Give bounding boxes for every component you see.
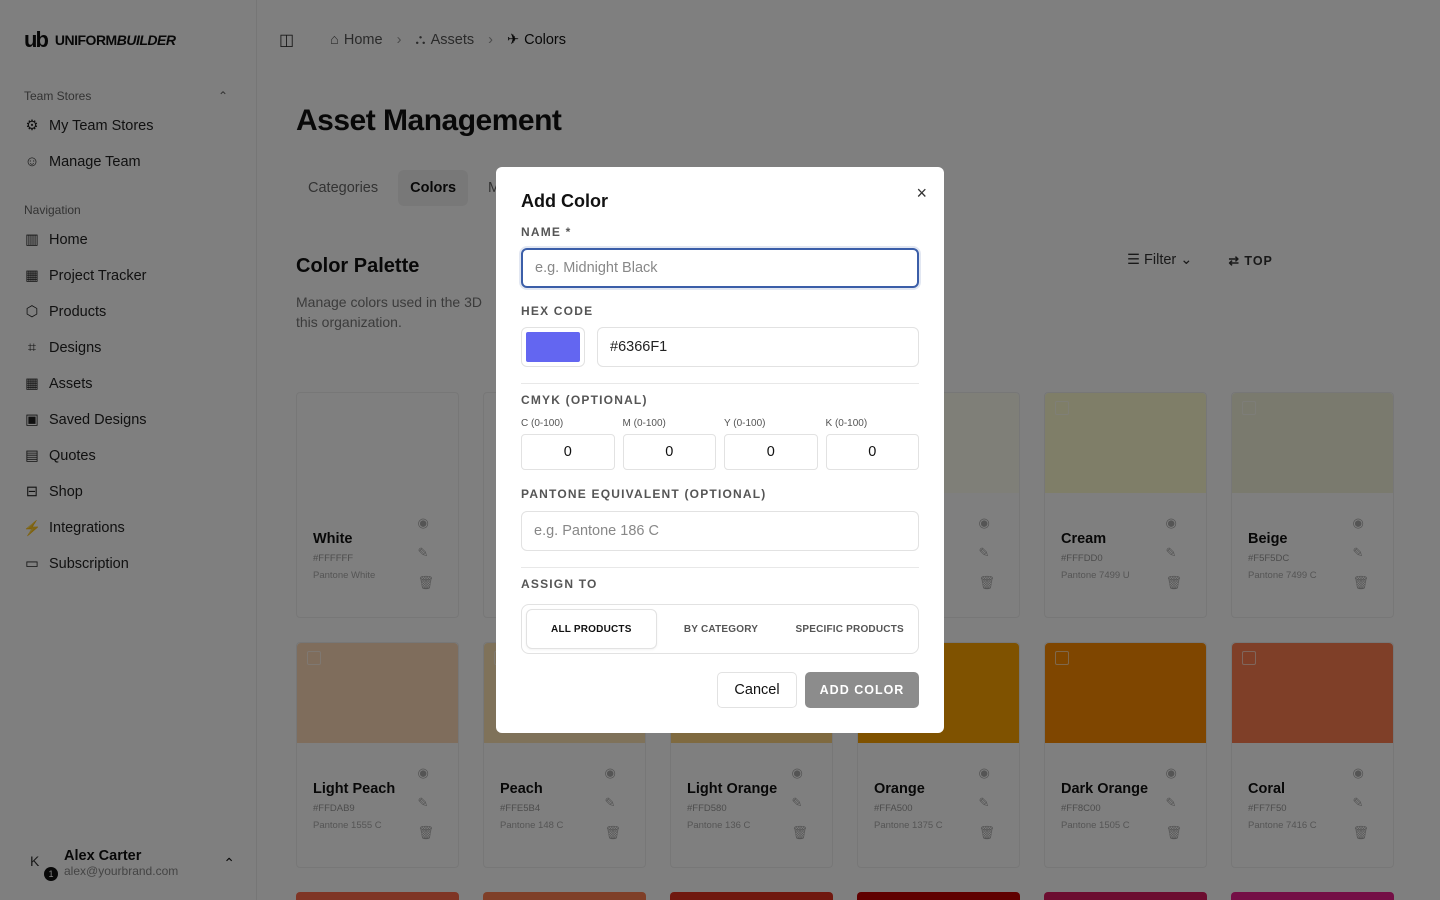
name-input[interactable]: e.g. Midnight Black (521, 248, 919, 288)
dialog-actions: Cancel ADD COLOR (717, 672, 919, 708)
cmyk-k: K (0-100) 0 (825, 418, 919, 470)
cmyk-m-input[interactable]: 0 (622, 434, 716, 470)
cmyk-k-input[interactable]: 0 (825, 434, 919, 470)
cmyk-m-label: M (0-100) (622, 418, 666, 429)
name-placeholder: e.g. Midnight Black (535, 260, 658, 276)
color-preview-swatch (526, 332, 580, 362)
pantone-placeholder: e.g. Pantone 186 C (534, 523, 659, 539)
cmyk-y: Y (0-100) 0 (724, 418, 818, 470)
add-color-button[interactable]: ADD COLOR (805, 672, 919, 708)
divider (521, 567, 919, 568)
cmyk-y-input[interactable]: 0 (724, 434, 818, 470)
assign-label: ASSIGN TO (521, 577, 598, 591)
cmyk-c-label: C (0-100) (521, 418, 564, 429)
cmyk-m: M (0-100) 0 (622, 418, 716, 470)
name-label: NAME * (521, 225, 572, 239)
assign-specific-products[interactable]: SPECIFIC PRODUCTS (785, 609, 914, 649)
cancel-button[interactable]: Cancel (717, 672, 797, 708)
cmyk-label: CMYK (OPTIONAL) (521, 393, 648, 407)
hex-value: #6366F1 (610, 339, 668, 355)
hex-row: #6366F1 (521, 327, 919, 367)
add-color-dialog: Add Color × NAME * e.g. Midnight Black H… (496, 167, 944, 733)
pantone-input[interactable]: e.g. Pantone 186 C (521, 511, 919, 551)
color-picker[interactable] (521, 327, 585, 367)
close-icon[interactable]: × (916, 183, 927, 204)
cmyk-y-label: Y (0-100) (724, 418, 766, 429)
hex-label: HEX CODE (521, 304, 594, 318)
assign-all-products[interactable]: ALL PRODUCTS (526, 609, 657, 649)
dialog-title: Add Color (521, 191, 608, 211)
assign-segmented-control: ALL PRODUCTS BY CATEGORY SPECIFIC PRODUC… (521, 604, 919, 654)
cmyk-k-label: K (0-100) (825, 418, 868, 429)
cmyk-c: C (0-100) 0 (521, 418, 615, 470)
hex-input[interactable]: #6366F1 (597, 327, 919, 367)
cmyk-c-input[interactable]: 0 (521, 434, 615, 470)
cmyk-fields: C (0-100) 0 M (0-100) 0 Y (0-100) 0 K (0-10… (521, 418, 919, 470)
assign-by-category[interactable]: BY CATEGORY (657, 609, 786, 649)
pantone-label: PANTONE EQUIVALENT (OPTIONAL) (521, 487, 767, 501)
divider (521, 383, 919, 384)
